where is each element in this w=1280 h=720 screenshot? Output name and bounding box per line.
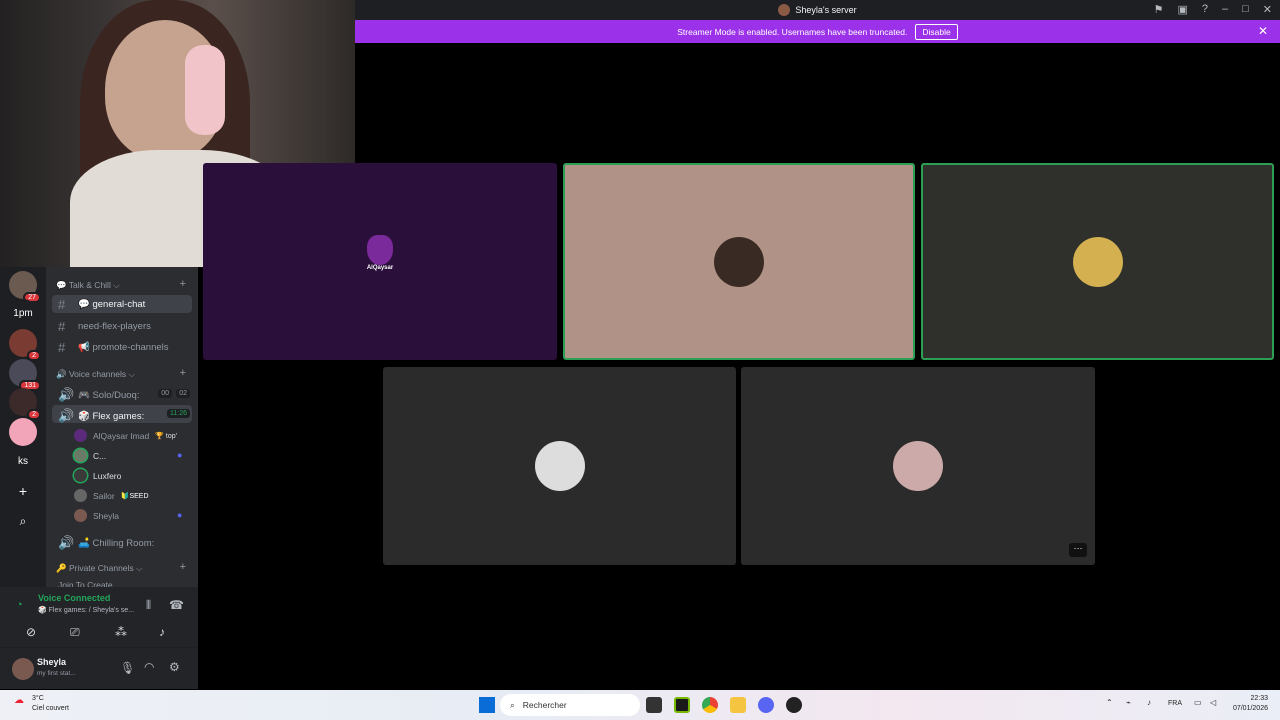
stream-icon: ● — [177, 510, 183, 520]
noise-icon[interactable]: ⫴ — [146, 598, 151, 613]
clock-time[interactable]: 22:33 — [1228, 695, 1268, 702]
voice-user[interactable]: Sailor 🔰SEED — [74, 489, 149, 502]
channel-general-chat[interactable]: # 💬 general-chat — [58, 297, 145, 312]
voice-user[interactable]: Sheyla — [74, 509, 119, 522]
voice-chilling-room[interactable]: 🔊 🛋️ Chilling Room: — [58, 535, 154, 551]
headset-icon — [185, 45, 225, 135]
chrome-icon[interactable] — [702, 697, 718, 713]
user-name: Sheyla — [37, 657, 67, 667]
discord-icon[interactable] — [758, 697, 774, 713]
server-icon-4[interactable]: 131 — [9, 359, 41, 391]
volume-icon[interactable]: ◁ — [1210, 698, 1216, 707]
voice-flex-games[interactable]: 🔊 🎲 Flex games: — [58, 408, 144, 424]
voice-panel: ◔ Voice Connected 🎲 Flex games: / Sheyla… — [0, 587, 198, 647]
mic-icon[interactable]: 🎙 — [120, 661, 135, 675]
server-icon — [778, 4, 791, 16]
server-icon-7[interactable]: ks — [9, 447, 37, 475]
server-icon-2[interactable]: 1pm — [9, 299, 37, 327]
category-private[interactable]: 🔑 Private Channels ⌵ — [56, 563, 142, 574]
video-tile[interactable]: AlQaysar — [203, 163, 557, 360]
add-server-icon[interactable]: + — [9, 477, 37, 505]
avatar — [1072, 236, 1123, 287]
voice-user[interactable]: AlQaysar Imad 🏆 top' — [74, 429, 177, 442]
video-tile[interactable] — [921, 163, 1274, 360]
channel-need-flex-players[interactable]: # need-flex-players — [58, 319, 151, 334]
screen-share-icon[interactable]: ⎚ — [70, 625, 80, 640]
voice-detail[interactable]: 🎲 Flex games: / Sheyla's se... — [38, 606, 134, 614]
banner-text: Streamer Mode is enabled. Usernames have… — [677, 26, 908, 37]
category-talk[interactable]: 💬 Talk & Chill ⌵ — [56, 280, 120, 291]
close-icon[interactable]: ✕ — [1258, 24, 1268, 38]
avatar — [367, 235, 393, 265]
network-icon[interactable]: ⌁ — [1126, 698, 1131, 707]
flex-timer: 11:26 — [167, 409, 190, 418]
minimize-icon[interactable]: – — [1222, 3, 1228, 16]
video-tile[interactable]: ··· — [741, 367, 1095, 565]
add-channel-icon[interactable]: + — [180, 278, 186, 290]
voice-user[interactable]: C... — [74, 449, 106, 462]
taskview-icon[interactable] — [646, 697, 662, 713]
taskbar: ☁ 3°C Ciel couvert ⌕ Rechercher ⌃ ⌁ ♪ FRA… — [0, 690, 1280, 720]
activities-icon[interactable]: ⁂ — [115, 625, 127, 639]
voice-status[interactable]: Voice Connected — [38, 593, 110, 603]
user-status: my first stat... — [37, 670, 76, 677]
server-icon-6[interactable] — [9, 418, 37, 446]
gear-icon[interactable]: ⚙ — [169, 660, 180, 674]
weather-temp[interactable]: 3°C — [32, 695, 44, 702]
disconnect-icon[interactable]: ☎ — [169, 598, 184, 612]
search-icon: ⌕ — [510, 699, 515, 710]
channel-list: 💬 Talk & Chill ⌵ + # 💬 general-chat # need… — [46, 267, 198, 587]
chevron-up-icon[interactable]: ⌃ — [1106, 698, 1113, 707]
avatar — [714, 236, 764, 287]
server-icon-5[interactable]: 2 — [9, 388, 41, 420]
timer-b: 02 — [176, 389, 190, 398]
video-tile[interactable] — [563, 163, 915, 360]
avatar — [534, 441, 585, 491]
streamer-mode-banner: Streamer Mode is enabled. Usernames have… — [355, 20, 1280, 43]
maximize-icon[interactable]: □ — [1242, 3, 1249, 16]
soundboard-icon[interactable]: ♪ — [159, 625, 165, 639]
weather-desc[interactable]: Ciel couvert — [32, 705, 69, 712]
voice-user[interactable]: Luxfero — [74, 469, 121, 482]
signal-icon: ◔ — [16, 599, 23, 611]
close-window-icon[interactable]: ✕ — [1263, 3, 1272, 16]
window-title: Sheyla's server — [795, 5, 857, 15]
disable-button[interactable]: Disable — [915, 23, 958, 40]
window-titlebar: Sheyla's server ⚑ ▣ ? – □ ✕ — [355, 0, 1280, 20]
windows-start-icon[interactable] — [479, 697, 495, 713]
display-icon[interactable]: ▭ — [1194, 698, 1202, 707]
server-icon-1[interactable]: 27 — [9, 271, 41, 303]
voice-solo-duoq[interactable]: 🔊 🎮 Solo/Duoq: — [58, 387, 139, 403]
camera-off-icon[interactable]: ⊘ — [26, 625, 36, 639]
app-icon[interactable] — [786, 697, 802, 713]
mic-tray-icon[interactable]: ♪ — [1147, 698, 1151, 707]
nvidia-icon[interactable] — [674, 697, 690, 713]
help-icon[interactable]: ? — [1202, 3, 1208, 16]
inbox-icon[interactable]: ⚑ — [1154, 3, 1164, 16]
user-panel: Sheyla my first stat... 🎙 ◠ ⚙ — [0, 647, 198, 689]
clock-date[interactable]: 07/01/2026 — [1226, 705, 1268, 712]
tile-text: AlQaysar — [366, 265, 394, 271]
video-tile[interactable] — [383, 367, 736, 565]
add-voice-icon[interactable]: + — [180, 367, 186, 379]
channel-join-to-create[interactable]: Join To Create — [58, 580, 113, 587]
language[interactable]: FRA — [1168, 700, 1182, 707]
stream-icon: ● — [177, 450, 183, 460]
avatar — [893, 441, 943, 491]
avatar[interactable] — [12, 658, 34, 680]
channel-promote[interactable]: # 📢 promote-channels — [58, 340, 169, 355]
search-input[interactable]: ⌕ Rechercher — [500, 694, 640, 716]
category-voice[interactable]: 🔊 Voice channels ⌵ — [56, 369, 135, 380]
headphones-icon[interactable]: ◠ — [144, 660, 154, 674]
weather-icon: ☁ — [14, 695, 24, 706]
server-icon-3[interactable]: 2 — [9, 329, 41, 361]
timer-a: 00 — [158, 389, 172, 398]
add-private-icon[interactable]: + — [180, 561, 186, 573]
more-icon[interactable]: ··· — [1069, 543, 1087, 557]
screen-icon[interactable]: ▣ — [1177, 3, 1187, 16]
folder-icon[interactable] — [730, 697, 746, 713]
discover-icon[interactable]: ⌕ — [9, 507, 37, 535]
